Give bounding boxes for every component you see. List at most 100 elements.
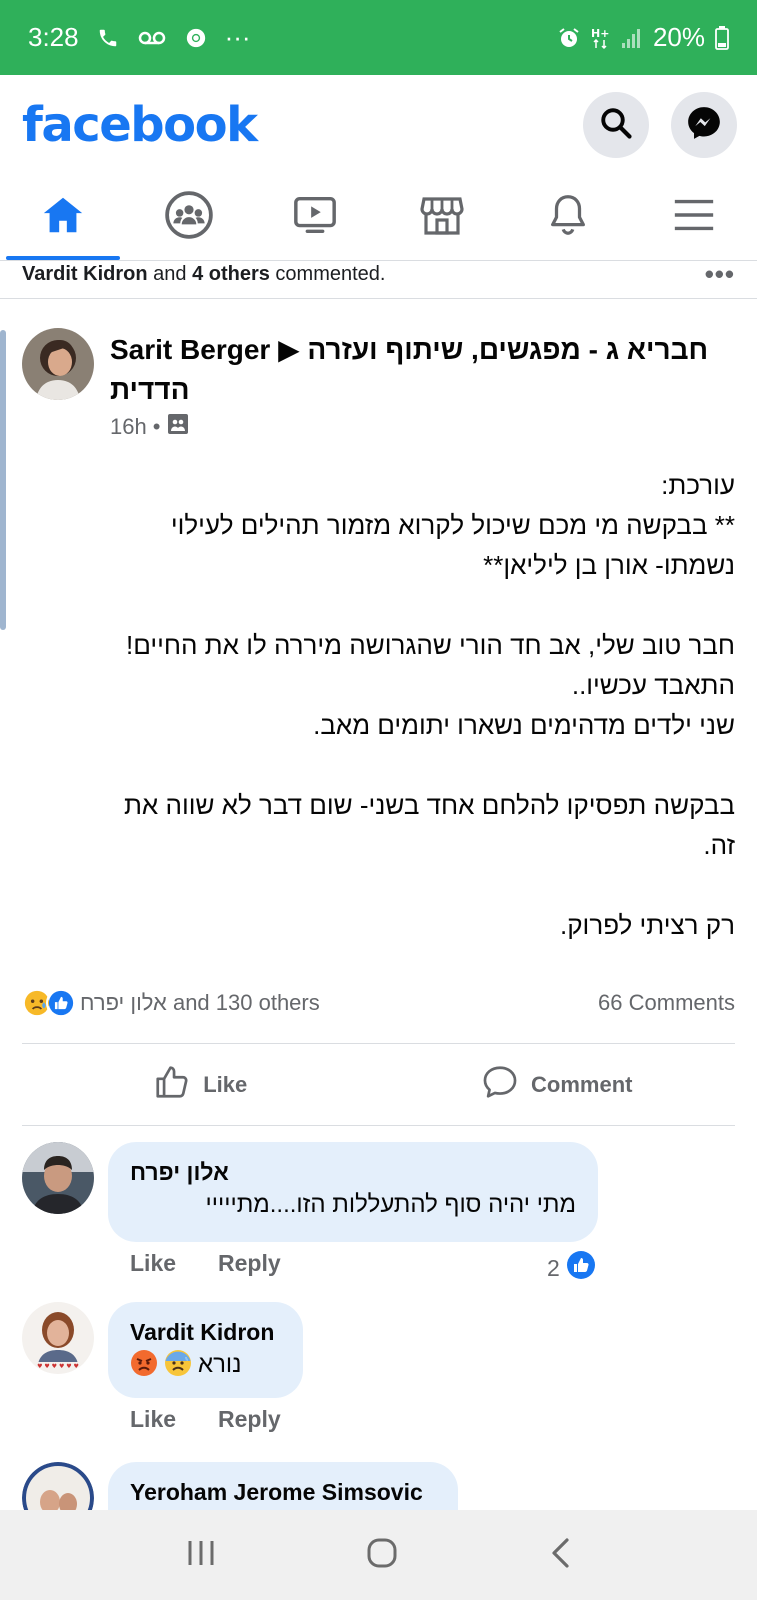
messenger-button[interactable] bbox=[671, 92, 737, 158]
comment-author[interactable]: Vardit Kidron bbox=[130, 1316, 281, 1348]
like-button[interactable]: Like bbox=[22, 1045, 379, 1125]
search-button[interactable] bbox=[583, 92, 649, 158]
post-title: Sarit Berger ▶ חבריא ג - מפגשים, שיתוף ו… bbox=[110, 330, 735, 410]
battery-percent: 20% bbox=[652, 22, 705, 52]
divider bbox=[22, 1043, 735, 1044]
anxious-face-icon bbox=[164, 1349, 192, 1382]
svg-text:♥ ♥ ♥ ♥ ♥ ♥: ♥ ♥ ♥ ♥ ♥ ♥ bbox=[37, 1363, 79, 1370]
comment: אלון יפרח מתי יהיה סוף להתעללות הזו....מ… bbox=[22, 1142, 735, 1282]
search-icon bbox=[598, 105, 634, 146]
activity-line: Vardit Kidron and 4 others commented. ••… bbox=[22, 258, 735, 290]
like-label: Like bbox=[203, 1072, 248, 1097]
group-privacy-icon bbox=[166, 412, 190, 442]
tab-menu[interactable] bbox=[631, 175, 757, 260]
comment-icon bbox=[481, 1063, 519, 1107]
comment-like-button[interactable]: Like bbox=[130, 1250, 176, 1277]
home-circle-icon[interactable] bbox=[365, 1536, 399, 1575]
comment-text: מתי יהיה סוף להתעללות הזו....מתייייי bbox=[205, 1191, 576, 1218]
tab-watch[interactable] bbox=[252, 175, 378, 260]
phone-icon bbox=[97, 27, 119, 49]
groups-icon bbox=[164, 190, 214, 245]
tab-notifications[interactable] bbox=[505, 175, 631, 260]
comment: ♥ ♥ ♥ ♥ ♥ ♥ Vardit Kidron נורא Like Repl… bbox=[22, 1302, 735, 1442]
post-line: התאבד עכשיו.. bbox=[571, 670, 735, 700]
post-line: ** בבקשה מי מכם שיכול לקרוא מזמור תהילים… bbox=[170, 510, 735, 540]
hamburger-icon bbox=[671, 195, 717, 240]
post-line bbox=[40, 585, 735, 625]
comment-reply-button[interactable]: Reply bbox=[218, 1250, 281, 1277]
activity-suffix: commented. bbox=[269, 262, 386, 285]
tab-marketplace[interactable] bbox=[379, 175, 505, 260]
author-avatar[interactable] bbox=[22, 328, 94, 400]
post-meta: 16h • bbox=[110, 412, 190, 442]
comment-author[interactable]: אלון יפרח bbox=[130, 1156, 576, 1188]
status-time: 3:28 bbox=[28, 22, 79, 52]
divider bbox=[0, 298, 757, 299]
arrow-icon: ▶ bbox=[278, 334, 300, 365]
store-icon bbox=[417, 191, 467, 244]
post-time[interactable]: 16h bbox=[110, 414, 147, 440]
comment-bubble[interactable]: Yeroham Jerome Simsovic bbox=[108, 1462, 458, 1510]
more-options-icon[interactable]: ••• bbox=[705, 259, 735, 290]
comment-author[interactable]: Yeroham Jerome Simsovic bbox=[130, 1476, 436, 1508]
post-line: שני ילדים מדהימים נשארו יתומים מאב. bbox=[313, 710, 735, 740]
battery-icon bbox=[715, 25, 729, 50]
recents-icon[interactable] bbox=[184, 1538, 218, 1573]
activity-connector: and bbox=[147, 262, 193, 285]
facebook-logo[interactable]: facebook bbox=[22, 97, 258, 153]
post-actions: Like Comment bbox=[22, 1045, 735, 1125]
activity-name[interactable]: Vardit Kidron bbox=[22, 263, 148, 285]
post-line: זה. bbox=[703, 830, 735, 860]
post-author[interactable]: Sarit Berger bbox=[110, 334, 270, 365]
comment-like-count: 2 bbox=[547, 1254, 560, 1281]
comment: Yeroham Jerome Simsovic bbox=[22, 1462, 735, 1510]
comment-text: נורא bbox=[198, 1351, 242, 1378]
reactions-text: אלון יפרח and 130 others bbox=[80, 990, 320, 1015]
tab-groups[interactable] bbox=[126, 175, 252, 260]
activity-others[interactable]: 4 others bbox=[192, 263, 270, 285]
comment-label: Comment bbox=[531, 1072, 633, 1097]
tab-home[interactable] bbox=[0, 175, 126, 260]
post-line: בבקשה תפסיקו להלחם אחד בשני- שום דבר לא … bbox=[123, 790, 735, 820]
messenger-icon bbox=[685, 104, 723, 147]
comment-like-button[interactable]: Like bbox=[130, 1406, 176, 1433]
post-line: חבר טוב שלי, אב חד הורי שהגרושה מיררה לו… bbox=[126, 630, 735, 660]
voicemail-icon bbox=[137, 28, 167, 48]
home-icon bbox=[39, 192, 87, 243]
comment-bubble[interactable]: אלון יפרח מתי יהיה סוף להתעללות הזו....מ… bbox=[108, 1142, 598, 1242]
status-bar: 3:28 ··· H+ 20% bbox=[0, 0, 757, 75]
post-body: עורכת: ** בבקשה מי מכם שיכול לקרוא מזמור… bbox=[40, 465, 735, 945]
back-icon[interactable] bbox=[547, 1536, 573, 1575]
angry-face-icon bbox=[130, 1349, 158, 1382]
video-icon bbox=[290, 192, 340, 243]
hplus-icon: H+ bbox=[591, 26, 611, 50]
scroll-indicator bbox=[0, 330, 6, 630]
reactions-row[interactable]: אלון יפרח and 130 others 66 Comments bbox=[22, 985, 735, 1021]
svg-text:H+: H+ bbox=[591, 27, 609, 40]
alarm-icon bbox=[557, 26, 581, 50]
comment-likes[interactable]: 2 bbox=[547, 1250, 596, 1286]
comment-actions: Like Reply bbox=[130, 1406, 281, 1433]
android-nav-bar bbox=[0, 1510, 757, 1600]
commenter-avatar[interactable]: ♥ ♥ ♥ ♥ ♥ ♥ bbox=[22, 1302, 94, 1374]
commenter-avatar[interactable] bbox=[22, 1462, 94, 1510]
divider bbox=[22, 1125, 735, 1126]
post-line bbox=[40, 745, 735, 785]
post-line: עורכת: bbox=[661, 470, 735, 500]
app-header: facebook bbox=[0, 75, 757, 175]
comment-actions: Like Reply bbox=[130, 1250, 281, 1277]
post-line: נשמתו- אורן בן ליליאן** bbox=[483, 550, 735, 580]
comment-button[interactable]: Comment bbox=[379, 1045, 736, 1125]
signal-icon bbox=[621, 27, 643, 49]
thumbs-up-icon bbox=[153, 1063, 191, 1107]
post-line bbox=[40, 865, 735, 905]
commenter-avatar[interactable] bbox=[22, 1142, 94, 1214]
post-line: רק רציתי לפרוק. bbox=[560, 910, 735, 940]
more-icon: ··· bbox=[224, 22, 251, 52]
nav-tabs bbox=[0, 175, 757, 261]
chrome-icon bbox=[185, 27, 207, 49]
meta-separator: • bbox=[152, 414, 161, 439]
comments-count[interactable]: 66 Comments bbox=[598, 990, 735, 1016]
comment-bubble[interactable]: Vardit Kidron נורא bbox=[108, 1302, 303, 1398]
comment-reply-button[interactable]: Reply bbox=[218, 1406, 281, 1433]
